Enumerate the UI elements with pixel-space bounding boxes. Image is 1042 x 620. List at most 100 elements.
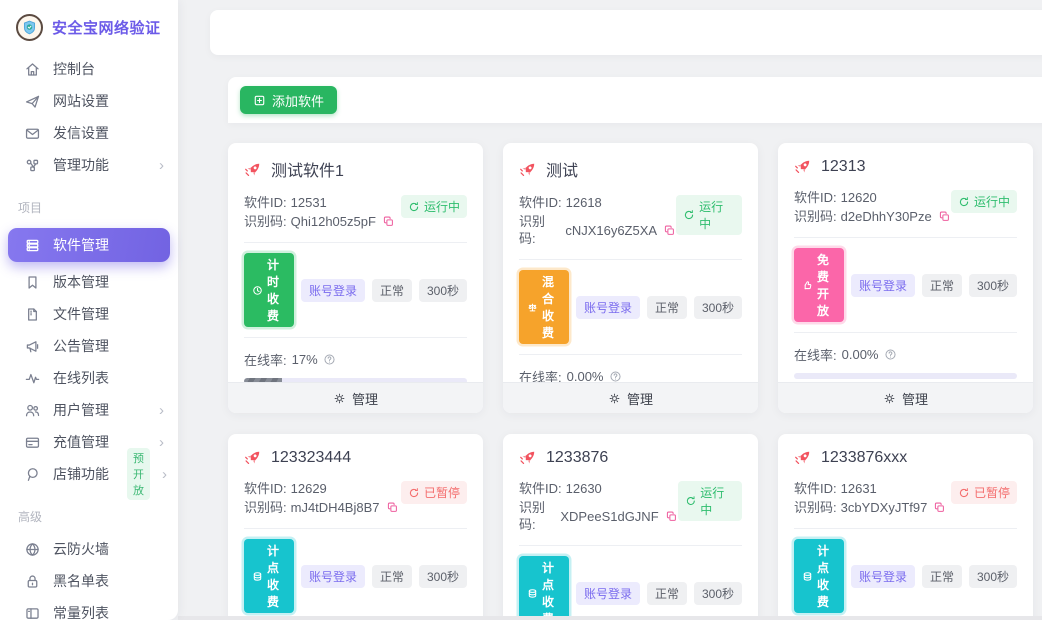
sidebar: 安全宝网络验证 控制台网站设置发信设置管理功能›项目软件管理版本管理文件管理公告… [0,0,178,620]
rocket-icon [519,160,538,179]
sidebar-item-console[interactable]: 控制台 [0,53,178,85]
tag: 账号登录 [301,565,365,588]
sidebar-item-version-manage[interactable]: 版本管理 [0,266,178,298]
app-title: 安全宝网络验证 [52,17,161,38]
tag: 账号登录 [576,296,640,319]
help-icon[interactable] [884,348,897,361]
gear-icon [608,392,621,405]
manage-label: 管理 [627,389,653,408]
software-id-value: 12630 [566,480,602,497]
sidebar-item-user-manage[interactable]: 用户管理› [0,394,178,426]
software-code-value: mJ4tDH4Bj8B7 [291,499,380,516]
status-label: 运行中 [699,198,735,232]
sidebar-item-label: 管理功能 [53,155,109,175]
sidebar-item-blacklist[interactable]: 黑名单表 [0,565,178,597]
online-rate-progressbar [794,373,1017,379]
shield-logo-icon [16,14,43,41]
tag: 正常 [372,279,412,302]
pulse-icon [24,370,41,387]
billing-badge: 混合收费 [519,270,569,344]
software-card-grid: 测试软件1 软件ID:12531 识别码:Qhi12h05z5pF 运行中 [228,143,1033,620]
tag: 账号登录 [851,565,915,588]
online-rate-value: 17% [292,352,318,367]
sidebar-item-label: 版本管理 [53,272,109,292]
software-card: 1233876 软件ID:12630 识别码:XDPeeS1dGJNF 运行中 [503,434,758,620]
status-badge: 运行中 [676,195,742,235]
tag: 账号登录 [576,582,640,605]
software-id-value: 12531 [291,194,327,211]
tag: 300秒 [694,296,742,319]
tag: 300秒 [419,279,467,302]
sidebar-item-constant-list[interactable]: 常量列表 [0,597,178,620]
megaphone-icon [24,338,41,355]
copy-icon[interactable] [938,210,951,223]
gear-icon [883,392,896,405]
software-id-line: 软件ID:12618 [519,194,676,211]
software-code-line: 识别码:d2eDhhY30Pze [794,208,951,225]
tag: 正常 [647,582,687,605]
software-code-value: cNJX16y6Z5XA [565,222,657,239]
sidebar-item-label: 充值管理 [53,432,109,452]
software-name: 1233876xxx [821,449,907,467]
point-billing-icon [527,588,538,599]
sidebar-item-software-manage[interactable]: 软件管理 [8,228,170,262]
software-id-value: 12618 [566,194,602,211]
software-card: 测试软件1 软件ID:12531 识别码:Qhi12h05z5pF 运行中 [228,143,483,413]
chevron-right-icon: › [159,435,164,450]
sidebar-item-shop-functions[interactable]: 店铺功能预开放› [0,458,178,490]
software-name: 12313 [821,158,866,176]
tag: 300秒 [969,565,1017,588]
manage-button[interactable]: 管理 [503,382,758,413]
free-billing-icon [802,280,813,291]
sidebar-item-notice-manage[interactable]: 公告管理 [0,330,178,362]
sidebar-item-cloud-firewall[interactable]: 云防火墙 [0,533,178,565]
sidebar-item-mail-settings[interactable]: 发信设置 [0,117,178,149]
billing-badge: 计时收费 [244,253,294,327]
help-icon[interactable] [323,353,336,366]
software-code-line: 识别码:3cbYDXyJTf97 [794,499,946,516]
lock-icon [24,573,41,590]
billing-badge: 计点收费 [519,556,569,620]
software-code-line: 识别码:Qhi12h05z5pF [244,213,395,230]
sidebar-item-recharge-manage[interactable]: 充值管理 › [0,426,178,458]
software-id-line: 软件ID:12631 [794,480,946,497]
point-billing-icon [802,571,813,582]
software-code-line: 识别码:mJ4tDH4Bj8B7 [244,499,399,516]
status-label: 运行中 [974,193,1010,210]
billing-badge: 免费开放 [794,248,844,322]
tag: 正常 [647,296,687,319]
sidebar-item-manage-functions[interactable]: 管理功能› [0,149,178,181]
tag: 账号登录 [301,279,365,302]
copy-icon[interactable] [665,510,678,523]
software-id-line: 软件ID:12620 [794,189,951,206]
software-name: 测试 [546,157,578,181]
copy-icon[interactable] [382,215,395,228]
online-rate-value: 0.00% [842,347,879,362]
manage-button[interactable]: 管理 [228,382,483,413]
point-billing-icon [252,571,263,582]
billing-label: 计点收费 [267,542,286,610]
sidebar-section-label: 高级 [0,490,178,533]
sidebar-item-site-settings[interactable]: 网站设置 [0,85,178,117]
copy-icon[interactable] [663,224,676,237]
software-id-line: 软件ID:12531 [244,194,395,211]
chevron-right-icon: › [162,467,167,482]
manage-button[interactable]: 管理 [778,382,1033,413]
home-icon [24,61,41,78]
sidebar-item-file-manage[interactable]: 文件管理 [0,298,178,330]
software-name: 123323444 [271,449,351,467]
rocket-icon [794,157,813,176]
add-software-button[interactable]: 添加软件 [240,86,337,114]
copy-icon[interactable] [386,501,399,514]
status-label: 已暂停 [424,484,460,501]
status-badge: 运行中 [951,190,1017,213]
copy-icon[interactable] [933,501,946,514]
horizontal-scrollbar[interactable] [178,616,1042,620]
add-square-icon [253,94,266,107]
sidebar-item-online-list[interactable]: 在线列表 [0,362,178,394]
status-label: 运行中 [700,484,735,518]
tag: 正常 [922,565,962,588]
toolbar-panel: 添加软件 [228,77,1042,123]
software-code-value: d2eDhhY30Pze [841,208,932,225]
online-rate-line: 在线率:17% [244,350,467,369]
